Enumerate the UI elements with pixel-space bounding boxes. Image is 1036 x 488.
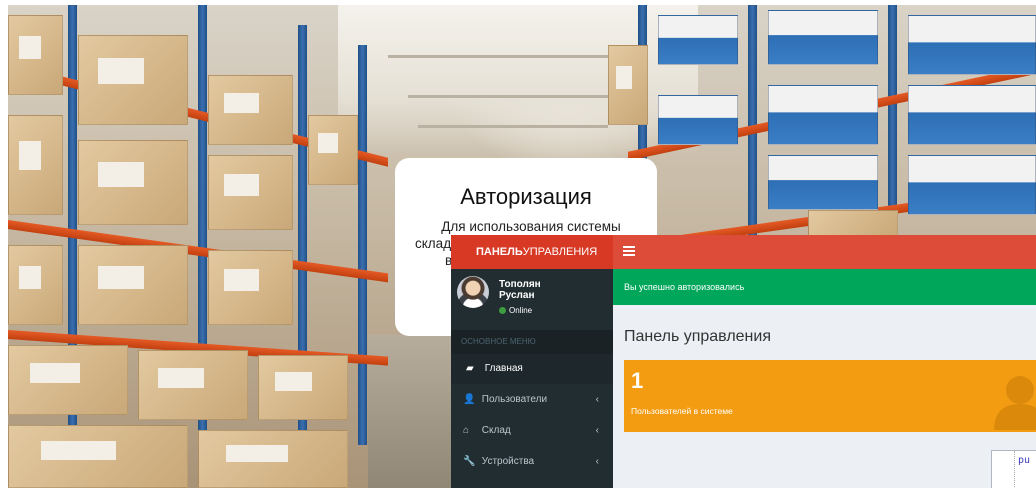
hamburger-menu-icon[interactable]	[623, 244, 637, 258]
sidebar-item-label: Главная	[484, 363, 523, 374]
users-info-box[interactable]: 1 Пользователей в системе	[624, 360, 1036, 432]
users-count: 1	[631, 368, 644, 393]
user-name-line: Тополян	[499, 279, 541, 290]
user-silhouette-icon	[994, 376, 1036, 430]
menu-header: ОСНОВНОЕ МЕНЮ	[451, 330, 613, 354]
logo-rest-text: УПРАВЛЕНИЯ	[522, 246, 598, 258]
code-preview: pu	[991, 450, 1036, 488]
panel-sidebar: Тополян Руслан Online ОСНОВНОЕ МЕНЮ ▰ Гл…	[451, 269, 613, 488]
chevron-left-icon: ‹	[595, 425, 599, 436]
user-icon: 👤	[463, 394, 476, 405]
panel-topbar	[613, 235, 1036, 269]
user-name: Тополян Руслан	[499, 279, 541, 301]
user-status: Online	[499, 306, 532, 315]
chevron-left-icon: ‹	[595, 456, 599, 467]
users-count-label: Пользователей в системе	[631, 406, 733, 416]
sidebar-item-label: Устройства	[481, 456, 535, 467]
sidebar-item-devices[interactable]: 🔧 Устройства ‹	[451, 447, 613, 477]
home-icon: ⌂	[463, 425, 470, 436]
user-status-text: Online	[509, 306, 533, 315]
sidebar-item-label: Пользователи	[481, 394, 548, 405]
wrench-icon: 🔧	[463, 456, 476, 467]
sidebar-item-label: Склад	[481, 425, 511, 436]
chevron-left-icon: ‹	[595, 394, 599, 405]
success-alert: Вы успешно авторизовались	[613, 269, 1036, 305]
login-title: Авторизация	[460, 184, 592, 209]
logo-bold-text: ПАНЕЛЬ	[476, 246, 523, 258]
avatar	[457, 276, 489, 308]
page-title: Панель управления	[624, 328, 771, 345]
panel-logo[interactable]: ПАНЕЛЬУПРАВЛЕНИЯ	[451, 235, 613, 269]
sidebar-item-users[interactable]: 👤 Пользователи ‹	[451, 385, 613, 415]
login-text-line: Для использования системы	[441, 219, 621, 234]
code-snippet: pu	[1018, 455, 1031, 466]
book-icon: ▰	[466, 363, 474, 374]
online-dot-icon	[499, 307, 506, 314]
admin-panel: ПАНЕЛЬУПРАВЛЕНИЯ Тополян Руслан Online О…	[451, 235, 1036, 488]
sidebar-item-warehouse[interactable]: ⌂ Склад ‹	[451, 416, 613, 446]
user-name-line: Руслан	[499, 290, 535, 301]
user-panel: Тополян Руслан Online	[451, 269, 613, 329]
sidebar-item-main[interactable]: ▰ Главная	[451, 354, 613, 384]
panel-content: Вы успешно авторизовались Панель управле…	[613, 269, 1036, 488]
